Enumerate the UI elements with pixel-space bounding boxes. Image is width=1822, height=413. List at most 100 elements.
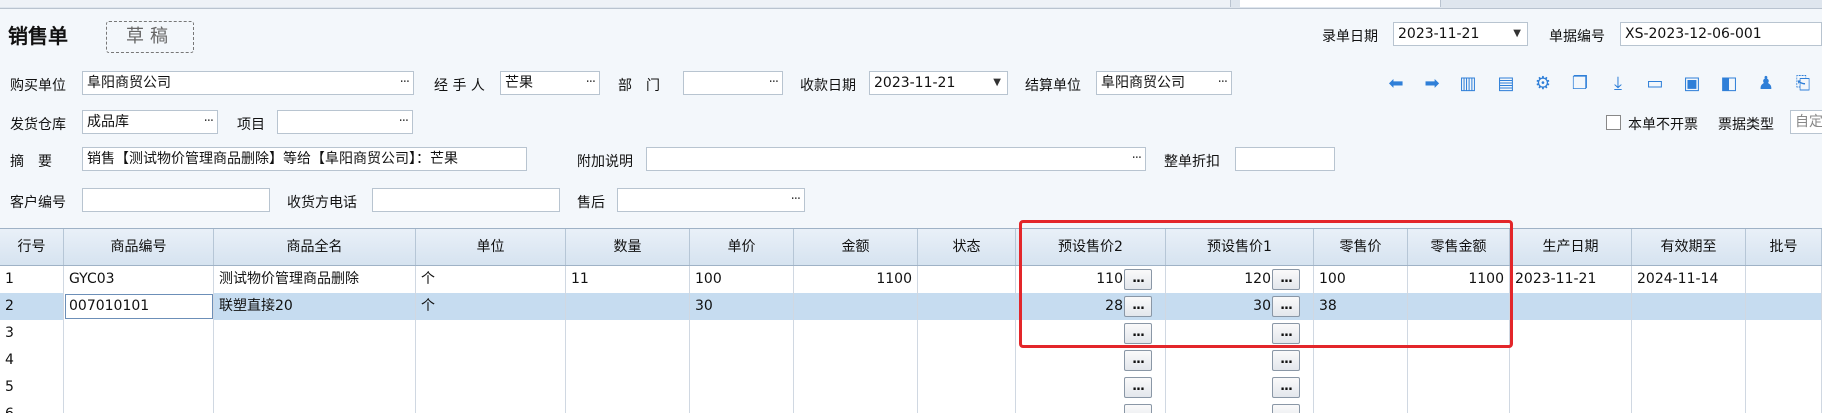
no-invoice-checkbox[interactable] (1606, 115, 1621, 130)
price-cell[interactable]: 30 (690, 293, 794, 320)
status-cell[interactable] (918, 320, 1016, 347)
preset2-picker-button[interactable]: ... (1124, 323, 1152, 344)
production-date-cell[interactable] (1510, 374, 1632, 401)
batch-cell[interactable] (1746, 347, 1822, 374)
table-row-selected[interactable]: 2 007010101 联塑直接20 个 30 28 30 38 ... ... (0, 293, 1822, 321)
status-cell[interactable] (918, 347, 1016, 374)
product-name-cell[interactable] (214, 374, 416, 401)
retail-amount-cell[interactable] (1408, 320, 1510, 347)
price-tag-icon[interactable]: ▤ (1495, 73, 1517, 95)
unit-cell[interactable] (416, 347, 566, 374)
summary-field[interactable]: 销售【测试物价管理商品删除】等给【阜阳商贸公司】：芒果 (82, 147, 527, 171)
expiry-date-cell[interactable] (1632, 347, 1746, 374)
qty-cell[interactable] (566, 320, 690, 347)
batch-cell[interactable] (1746, 401, 1822, 413)
column-header[interactable]: 商品编号 (64, 229, 214, 265)
doc-tab[interactable] (770, 0, 881, 7)
production-date-cell[interactable] (1510, 293, 1632, 320)
batch-cell[interactable] (1746, 320, 1822, 347)
column-header[interactable]: 批号 (1746, 229, 1822, 265)
doc-tab[interactable] (360, 0, 451, 7)
user-icon[interactable]: ♟ (1755, 73, 1777, 95)
production-date-cell[interactable]: 2023-11-21 (1510, 266, 1632, 293)
expiry-date-cell[interactable] (1632, 401, 1746, 413)
unit-cell[interactable] (416, 374, 566, 401)
arrow-left-icon[interactable]: ⬅ (1385, 73, 1407, 95)
table-row[interactable]: 6 ... ... (0, 401, 1822, 413)
more-icon[interactable]: ··· (400, 72, 410, 94)
preset1-picker-button[interactable]: ... (1272, 350, 1300, 371)
product-code-cell[interactable] (64, 401, 214, 413)
product-name-cell[interactable] (214, 401, 416, 413)
expiry-date-cell[interactable] (1632, 374, 1746, 401)
amount-cell[interactable] (794, 374, 918, 401)
unit-cell[interactable] (416, 320, 566, 347)
amount-cell[interactable] (794, 320, 918, 347)
more-icon[interactable]: ··· (204, 111, 214, 133)
doc-tab[interactable] (450, 0, 561, 7)
retail-amount-cell[interactable] (1408, 293, 1510, 320)
qty-cell[interactable] (566, 293, 690, 320)
product-name-cell[interactable]: 联塑直接20 (214, 293, 416, 320)
table-row[interactable]: 4 ... ... (0, 347, 1822, 375)
expiry-date-cell[interactable] (1632, 320, 1746, 347)
discount-field[interactable] (1235, 147, 1335, 171)
more-icon[interactable]: ··· (769, 72, 779, 94)
product-name-cell[interactable]: 测试物价管理商品删除 (214, 266, 416, 293)
retail-price-cell[interactable] (1314, 374, 1408, 401)
retail-price-cell[interactable] (1314, 320, 1408, 347)
more-icon[interactable]: ··· (1132, 148, 1142, 170)
preset2-picker-button[interactable]: ... (1124, 296, 1152, 317)
preset2-picker-button[interactable]: ... (1124, 350, 1152, 371)
after-sale-field[interactable]: ··· (617, 188, 805, 212)
handler-field[interactable]: 芒果 ··· (500, 71, 600, 95)
save-icon[interactable]: ▣ (1681, 73, 1703, 95)
status-cell[interactable] (918, 266, 1016, 293)
preset1-picker-button[interactable]: ... (1272, 296, 1300, 317)
doc-tab[interactable] (0, 0, 71, 7)
more-icon[interactable]: ··· (791, 189, 801, 211)
table-row[interactable]: 1 GYC03 测试物价管理商品删除 个 11 100 1100 110 120… (0, 266, 1822, 294)
receipt-date-field[interactable]: 2023-11-21 ▼ (869, 71, 1008, 95)
amount-cell[interactable] (794, 347, 918, 374)
unit-cell[interactable] (416, 401, 566, 413)
chevron-down-icon[interactable]: ▼ (993, 72, 1001, 94)
import-icon[interactable]: ⤓ (1607, 73, 1629, 95)
column-header[interactable]: 零售金额 (1408, 229, 1510, 265)
amount-cell[interactable]: 1100 (794, 266, 918, 293)
column-header[interactable]: 单价 (690, 229, 794, 265)
barcode-icon[interactable]: ▥ (1457, 73, 1479, 95)
qty-cell[interactable] (566, 347, 690, 374)
retail-amount-cell[interactable] (1408, 347, 1510, 374)
status-cell[interactable] (918, 401, 1016, 413)
unit-cell[interactable]: 个 (416, 266, 566, 293)
doc-tab[interactable] (560, 0, 671, 7)
entry-date-field[interactable]: 2023-11-21 ▼ (1393, 22, 1528, 46)
status-cell[interactable] (918, 374, 1016, 401)
column-header[interactable]: 数量 (566, 229, 690, 265)
product-code-cell[interactable] (64, 320, 214, 347)
doc-tab[interactable] (670, 0, 771, 7)
preset2-picker-button[interactable]: ... (1124, 377, 1152, 398)
preset1-picker-button[interactable]: ... (1272, 323, 1300, 344)
production-date-cell[interactable] (1510, 347, 1632, 374)
dept-field[interactable]: ··· (683, 71, 783, 95)
settle-field[interactable]: 阜阳商贸公司 ··· (1096, 71, 1232, 95)
amount-cell[interactable] (794, 293, 918, 320)
price-cell[interactable] (690, 320, 794, 347)
export-icon[interactable]: ⎗ (1792, 73, 1814, 95)
doc-tab[interactable] (880, 0, 1111, 7)
preset1-picker-button[interactable]: ... (1272, 377, 1300, 398)
column-header[interactable]: 零售价 (1314, 229, 1408, 265)
retail-amount-cell[interactable] (1408, 401, 1510, 413)
product-name-cell[interactable] (214, 320, 416, 347)
column-header[interactable]: 有效期至 (1632, 229, 1746, 265)
copy-icon[interactable]: ❐ (1569, 73, 1591, 95)
warehouse-field[interactable]: 成品库 ··· (82, 110, 218, 134)
more-icon[interactable]: ··· (586, 72, 596, 94)
column-header[interactable]: 单位 (416, 229, 566, 265)
bill-type-field[interactable]: 自定 (1790, 110, 1822, 134)
expiry-date-cell[interactable]: 2024-11-14 (1632, 266, 1746, 293)
phone-field[interactable] (372, 188, 560, 212)
qty-cell[interactable] (566, 401, 690, 413)
